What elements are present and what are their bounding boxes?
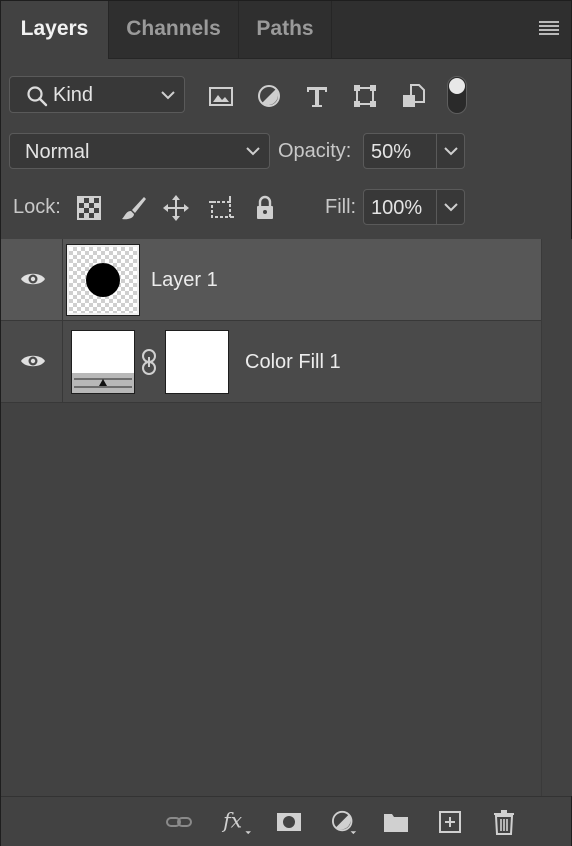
panel-tabbar: Layers Channels Paths [1, 1, 571, 59]
search-icon [27, 86, 48, 107]
filter-toggle-switch[interactable] [447, 76, 467, 114]
toggle-knob [449, 78, 465, 94]
color-fill-icon [72, 373, 134, 393]
link-icon[interactable] [140, 348, 158, 376]
scrollbar[interactable] [541, 239, 572, 796]
delete-trash-icon[interactable] [490, 809, 518, 835]
blend-mode-select[interactable]: Normal [9, 133, 270, 169]
eye-icon[interactable] [20, 352, 46, 370]
circle-shape-icon [86, 263, 120, 297]
layers-list: Layer 1 Color Fill 1 [1, 239, 541, 796]
blend-mode-label: Normal [25, 141, 90, 163]
link-layers-icon[interactable] [165, 809, 193, 835]
visibility-toggle[interactable] [1, 321, 63, 402]
tab-channels[interactable]: Channels [109, 1, 239, 59]
chevron-down-icon [161, 91, 175, 100]
layer-name: Layer 1 [151, 269, 218, 291]
layer-row-layer-1[interactable]: Layer 1 [1, 239, 541, 321]
tab-paths[interactable]: Paths [239, 1, 332, 59]
layer-row-color-fill-1[interactable]: Color Fill 1 [1, 321, 541, 403]
lock-artboard-icon[interactable] [207, 194, 235, 222]
fill-field[interactable]: 100% [363, 189, 465, 225]
layer-thumbnail[interactable] [66, 244, 140, 316]
type-filter-icon[interactable] [303, 82, 331, 110]
filter-row: Kind [1, 76, 571, 116]
new-layer-icon[interactable] [436, 809, 464, 835]
fill-thumbnail[interactable] [71, 330, 135, 394]
bottom-toolbar: fx [1, 796, 571, 846]
fx-layer-style-icon[interactable]: fx [220, 809, 256, 835]
smart-object-filter-icon[interactable] [399, 82, 427, 110]
opacity-label: Opacity: [278, 140, 352, 162]
shape-filter-icon[interactable] [351, 82, 379, 110]
panel-menu-icon[interactable] [539, 21, 559, 37]
fill-value: 100% [371, 197, 423, 219]
lock-all-icon[interactable] [251, 194, 279, 222]
layers-panel: Layers Channels Paths Kind Normal Opacit… [0, 0, 572, 846]
filter-kind-select[interactable]: Kind [9, 76, 185, 113]
add-mask-icon[interactable] [275, 809, 303, 835]
chevron-down-icon [246, 147, 260, 156]
tab-layers[interactable]: Layers [1, 1, 109, 59]
lock-image-pixels-brush-icon[interactable] [119, 194, 147, 222]
eye-icon[interactable] [20, 270, 46, 288]
image-filter-icon[interactable] [207, 82, 235, 110]
lock-transparent-pixels-icon[interactable] [75, 194, 103, 222]
fill-label: Fill: [325, 196, 357, 218]
lock-row: Lock: Fill: 100% [1, 189, 571, 227]
opacity-field[interactable]: 50% [363, 133, 465, 169]
blend-row: Normal Opacity: 50% [1, 133, 571, 171]
lock-label: Lock: [13, 196, 61, 218]
layer-name: Color Fill 1 [245, 351, 341, 373]
svg-text:fx: fx [221, 809, 243, 833]
filter-kind-label: Kind [53, 84, 94, 106]
opacity-value: 50% [371, 141, 412, 163]
visibility-toggle[interactable] [1, 239, 63, 320]
chevron-down-icon[interactable] [443, 145, 459, 157]
lock-position-move-icon[interactable] [162, 194, 190, 222]
chevron-down-icon[interactable] [443, 201, 459, 213]
new-adjustment-layer-icon[interactable] [329, 809, 361, 835]
adjustment-filter-icon[interactable] [255, 82, 283, 110]
layer-mask-thumbnail[interactable] [165, 330, 229, 394]
new-group-folder-icon[interactable] [382, 809, 410, 835]
